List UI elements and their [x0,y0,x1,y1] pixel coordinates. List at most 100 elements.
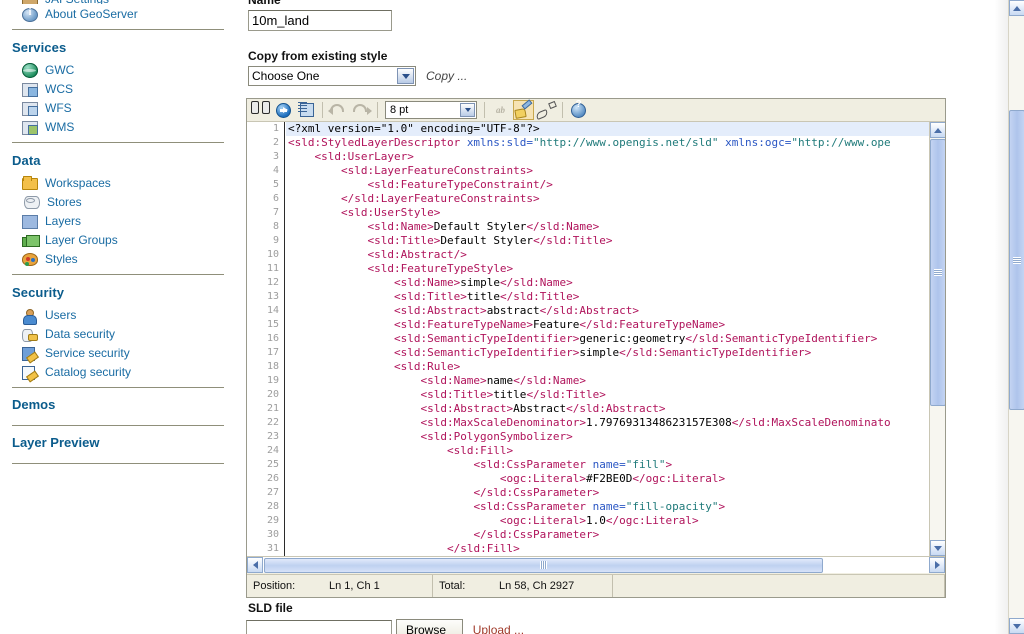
sidebar-item-wcs[interactable]: WCS [12,80,224,98]
sidebar-item-wms[interactable]: WMS [12,118,224,136]
code-line[interactable]: <sld:Fill> [286,444,929,458]
code-line[interactable]: <sld:Rule> [286,360,929,374]
code-line[interactable]: <sld:UserLayer> [286,150,929,164]
editor-status-bar: Position: Ln 1, Ch 1 Total: Ln 58, Ch 29… [247,574,945,597]
sidebar-item-stores[interactable]: Stores [12,193,224,211]
page-scroll-thumb[interactable] [1009,110,1024,410]
sidebar-item-about-geoserver[interactable]: About GeoServer [12,5,224,23]
code-scroll-viewport[interactable]: 1234567891011121314151617181920212223242… [247,122,929,556]
sidebar-item-label: Data security [38,327,115,341]
code-line[interactable]: <?xml version="1.0" encoding="UTF-8"?> [286,122,929,136]
code-line[interactable]: <sld:SemanticTypeIdentifier>simple</sld:… [286,346,929,360]
code-line[interactable]: <sld:PolygonSymbolizer> [286,430,929,444]
line-number: 16 [247,332,284,346]
name-label: Name [248,0,1010,7]
sidebar-item-layers[interactable]: Layers [12,212,224,230]
line-number: 13 [247,290,284,304]
code-line[interactable]: <sld:StyledLayerDescriptor xmlns:sld="ht… [286,136,929,150]
goto-icon[interactable] [273,100,294,120]
sidebar-item-label: Catalog security [38,365,131,379]
vertical-scroll-thumb[interactable] [930,139,945,406]
editor-horizontal-scrollbar[interactable] [247,556,945,573]
sidebar-item-gwc[interactable]: GWC [12,61,224,79]
view-icon[interactable] [296,100,317,120]
sidebar-item-service-security[interactable]: Service security [12,344,224,362]
code-line[interactable]: <sld:Title>title</sld:Title> [286,388,929,402]
sidebar-item-users[interactable]: Users [12,306,224,324]
code-line[interactable]: <sld:FeatureTypeStyle> [286,262,929,276]
undo-icon[interactable] [328,100,349,120]
page-scroll-down-icon[interactable] [1009,618,1024,634]
line-number: 11 [247,262,284,276]
line-number: 28 [247,500,284,514]
code-line[interactable]: </sld:CssParameter> [286,486,929,500]
page-vertical-scrollbar[interactable] [1008,0,1024,634]
code-line[interactable]: <sld:UserStyle> [286,206,929,220]
code-line[interactable]: <ogc:Literal>#F2BE0D</ogc:Literal> [286,472,929,486]
line-number: 10 [247,248,284,262]
clean-icon[interactable] [513,100,534,120]
code-line[interactable]: </sld:CssParameter> [286,528,929,542]
code-line[interactable]: <sld:Abstract>abstract</sld:Abstract> [286,304,929,318]
sidebar-item-wfs[interactable]: WFS [12,99,224,117]
copy-from-existing-style-label: Copy from existing style [248,49,1010,63]
copy-style-row: Choose One Copy ... [248,66,1010,86]
code-line[interactable]: </sld:Fill> [286,542,929,556]
upload-link[interactable]: Upload ... [473,623,524,634]
erase-icon[interactable] [536,100,557,120]
sidebar-item-layer-preview[interactable]: Layer Preview [12,426,224,457]
browse-button[interactable]: Browse_ [396,619,463,634]
status-total-value: Ln 58, Ch 2927 [499,580,574,592]
editor-toolbar: 8 pt ab [247,99,945,122]
spell-icon[interactable]: ab [490,100,511,120]
code-line[interactable]: <sld:Name>name</sld:Name> [286,374,929,388]
code-line[interactable]: <sld:Title>title</sld:Title> [286,290,929,304]
line-number: 5 [247,178,284,192]
sidebar-item-styles[interactable]: Styles [12,250,224,268]
code-line[interactable]: <sld:CssParameter name="fill-opacity"> [286,500,929,514]
sidebar-item-demos[interactable]: Demos [12,388,224,419]
chevron-down-icon[interactable] [397,68,414,84]
code-line[interactable]: <sld:CssParameter name="fill"> [286,458,929,472]
code-line[interactable]: </sld:LayerFeatureConstraints> [286,192,929,206]
page-pencil-hollow-icon [22,366,38,380]
help-icon[interactable] [568,100,589,120]
sidebar-item-label: Layer Groups [38,233,118,247]
line-number: 8 [247,220,284,234]
code-line[interactable]: <sld:Title>Default Styler</sld:Title> [286,234,929,248]
copy-link[interactable]: Copy ... [426,69,467,83]
sidebar-item-catalog-security[interactable]: Catalog security [12,363,224,381]
code-line[interactable]: <sld:Abstract>Abstract</sld:Abstract> [286,402,929,416]
code-line[interactable]: <sld:LayerFeatureConstraints> [286,164,929,178]
chevron-down-icon[interactable] [460,103,475,117]
code-line[interactable]: <ogc:Literal>1.0</ogc:Literal> [286,514,929,528]
page-scroll-up-icon[interactable] [1009,0,1024,16]
scroll-down-icon[interactable] [930,540,945,556]
sidebar-item-layer-groups[interactable]: Layer Groups [12,231,224,249]
code-line[interactable]: <sld:Name>simple</sld:Name> [286,276,929,290]
horizontal-scroll-thumb[interactable] [264,558,823,573]
code-line[interactable]: <sld:Abstract/> [286,248,929,262]
scroll-up-icon[interactable] [930,122,945,138]
style-name-input[interactable] [248,10,392,31]
code-line[interactable]: <sld:SemanticTypeIdentifier>generic:geom… [286,332,929,346]
redo-icon[interactable] [351,100,372,120]
scroll-right-icon[interactable] [929,557,945,573]
sidebar-item-workspaces[interactable]: Workspaces [12,174,224,192]
code-line[interactable]: <sld:Name>Default Styler</sld:Name> [286,220,929,234]
find-icon[interactable] [250,100,271,120]
sidebar-item-data-security[interactable]: Data security [12,325,224,343]
code-line[interactable]: <sld:FeatureTypeName>Feature</sld:Featur… [286,318,929,332]
sidebar-item-jai-settings[interactable]: JAI Settings [12,0,224,4]
code-lines[interactable]: <?xml version="1.0" encoding="UTF-8"?><s… [286,122,929,556]
font-size-select[interactable]: 8 pt [385,101,477,119]
sld-file-input[interactable] [246,620,392,634]
code-line[interactable]: <sld:FeatureTypeConstraint/> [286,178,929,192]
toolbar-separator [562,102,563,118]
code-line[interactable]: <sld:MaxScaleDenominator>1.7976931348623… [286,416,929,430]
copy-from-style-select[interactable]: Choose One [248,66,416,86]
globe-icon [22,63,38,78]
editor-vertical-scrollbar[interactable] [929,122,945,556]
scroll-left-icon[interactable] [247,557,263,573]
cut-icon [22,0,38,4]
